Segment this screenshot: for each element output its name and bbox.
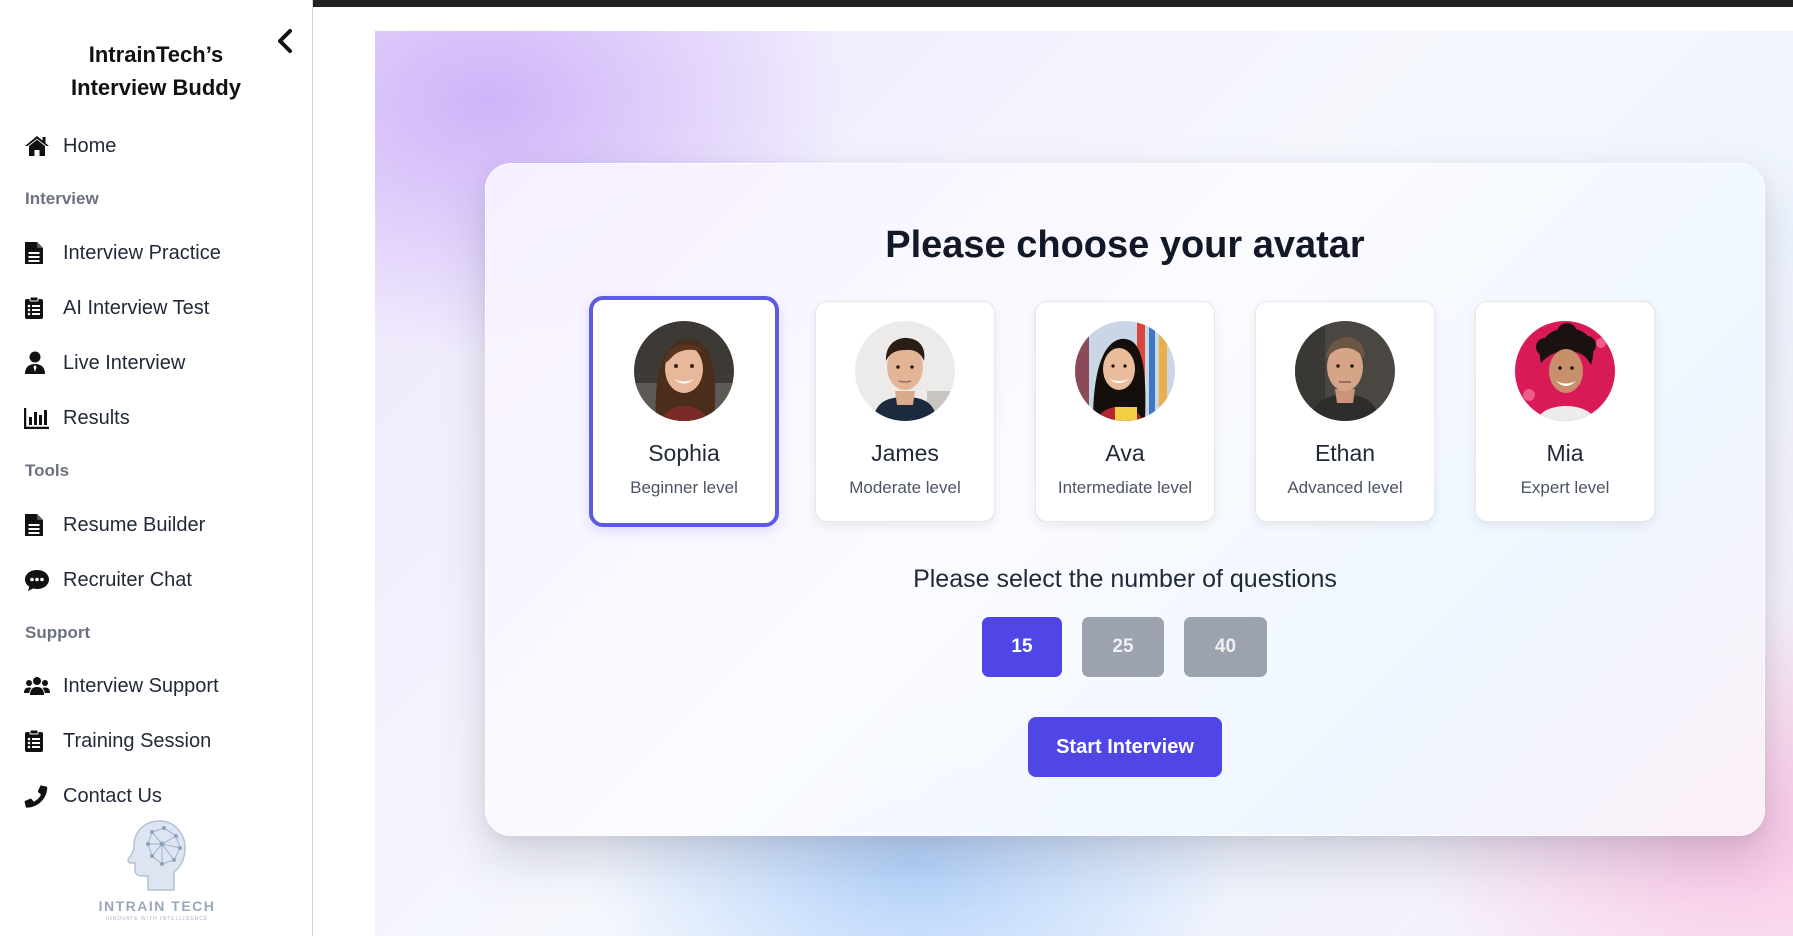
avatar-level: Intermediate level bbox=[1057, 478, 1193, 497]
app-window: IntrainTech’s Interview Buddy Home Inter… bbox=[0, 0, 1793, 936]
brain-head-logo-icon bbox=[127, 820, 186, 891]
avatar-option-ethan[interactable]: Ethan Advanced level bbox=[1255, 301, 1435, 522]
sidebar-item-results[interactable]: Results bbox=[24, 403, 130, 433]
sidebar-item-home[interactable]: Home bbox=[24, 131, 116, 161]
avatar-photo-sophia bbox=[634, 321, 734, 421]
sidebar-item-ai-interview-test[interactable]: AI Interview Test bbox=[24, 293, 209, 323]
avatar-level: Beginner level bbox=[630, 478, 738, 497]
sidebar-item-interview-support[interactable]: Interview Support bbox=[24, 671, 219, 701]
avatar-option-james[interactable]: James Moderate level bbox=[815, 301, 995, 522]
sidebar-item-label: Resume Builder bbox=[63, 514, 206, 536]
home-icon bbox=[24, 134, 52, 158]
sidebar-item-label: Results bbox=[63, 407, 130, 429]
avatar-option-sophia[interactable]: Sophia Beginner level bbox=[589, 296, 779, 527]
avatar-name: Ava bbox=[1105, 440, 1145, 466]
sidebar-item-label: Interview Support bbox=[63, 675, 219, 697]
section-heading-support: Support bbox=[25, 623, 91, 642]
sidebar-item-label: AI Interview Test bbox=[63, 297, 210, 319]
sidebar-item-label: Live Interview bbox=[63, 352, 186, 374]
start-interview-button[interactable]: Start Interview bbox=[1028, 717, 1222, 777]
bar-chart-icon bbox=[24, 406, 52, 430]
logo-tagline-text: INNOVATE WITH INTELLIGENCE bbox=[105, 916, 209, 922]
section-heading-tools: Tools bbox=[25, 461, 70, 480]
clipboard-list-icon bbox=[24, 296, 52, 320]
sidebar-item-resume-builder[interactable]: Resume Builder bbox=[24, 510, 205, 540]
phone-icon bbox=[24, 784, 52, 808]
logo-name-text: INTRAIN TECH bbox=[98, 898, 216, 914]
avatar-name: Sophia bbox=[648, 440, 720, 466]
section-heading-interview: Interview bbox=[25, 189, 99, 208]
sidebar-item-live-interview[interactable]: Live Interview bbox=[24, 348, 185, 378]
sidebar-item-label: Recruiter Chat bbox=[63, 569, 192, 591]
chevron-left-icon bbox=[278, 29, 292, 53]
avatar-level: Expert level bbox=[1520, 478, 1610, 497]
avatar-option-ava[interactable]: Ava Intermediate level bbox=[1035, 301, 1215, 522]
avatar-name: Ethan bbox=[1314, 440, 1376, 466]
avatar-photo-ethan bbox=[1295, 321, 1395, 421]
document-icon bbox=[24, 241, 52, 265]
sidebar-item-interview-practice[interactable]: Interview Practice bbox=[24, 238, 221, 268]
question-count-15-button[interactable]: 15 bbox=[982, 617, 1062, 677]
avatar-level: Advanced level bbox=[1287, 478, 1403, 497]
avatar-photo-ava bbox=[1075, 321, 1175, 421]
sidebar: IntrainTech’s Interview Buddy Home Inter… bbox=[0, 0, 313, 936]
sidebar-item-label: Interview Practice bbox=[63, 242, 221, 264]
avatar-level: Moderate level bbox=[849, 478, 961, 497]
collapse-sidebar-button[interactable] bbox=[272, 26, 298, 56]
app-brand: IntrainTech’s Interview Buddy bbox=[40, 38, 272, 104]
users-icon bbox=[24, 674, 52, 698]
chat-bubble-icon bbox=[24, 568, 52, 592]
sidebar-item-recruiter-chat[interactable]: Recruiter Chat bbox=[24, 565, 192, 595]
brand-line-2: Interview Buddy bbox=[71, 75, 241, 100]
question-count-40-button[interactable]: 40 bbox=[1184, 617, 1267, 677]
avatar-option-mia[interactable]: Mia Expert level bbox=[1475, 301, 1655, 522]
avatar-photo-james bbox=[855, 321, 955, 421]
sidebar-item-label: Home bbox=[63, 135, 117, 157]
sidebar-item-contact-us[interactable]: Contact Us bbox=[24, 781, 162, 811]
question-count-25-button[interactable]: 25 bbox=[1082, 617, 1164, 677]
avatar-name: Mia bbox=[1546, 440, 1584, 466]
questions-count-label: Please select the number of questions bbox=[913, 565, 1337, 593]
brand-line-1: IntrainTech’s bbox=[88, 42, 224, 67]
user-tie-icon bbox=[24, 351, 52, 375]
avatar-name: James bbox=[871, 440, 939, 466]
clipboard-list-icon bbox=[24, 729, 52, 753]
top-bar bbox=[313, 0, 1793, 7]
sidebar-item-training-session[interactable]: Training Session bbox=[24, 726, 211, 756]
intrain-tech-logo: INTRAIN TECH INNOVATE WITH INTELLIGENCE bbox=[92, 818, 222, 928]
sidebar-item-label: Contact Us bbox=[63, 785, 162, 807]
avatar-photo-mia bbox=[1515, 321, 1615, 421]
document-icon bbox=[24, 513, 52, 537]
sidebar-item-label: Training Session bbox=[63, 730, 212, 752]
avatar-selection-card: Please choose your avatar Sophia Beginne… bbox=[485, 163, 1765, 836]
page-title: Please choose your avatar bbox=[885, 224, 1365, 266]
